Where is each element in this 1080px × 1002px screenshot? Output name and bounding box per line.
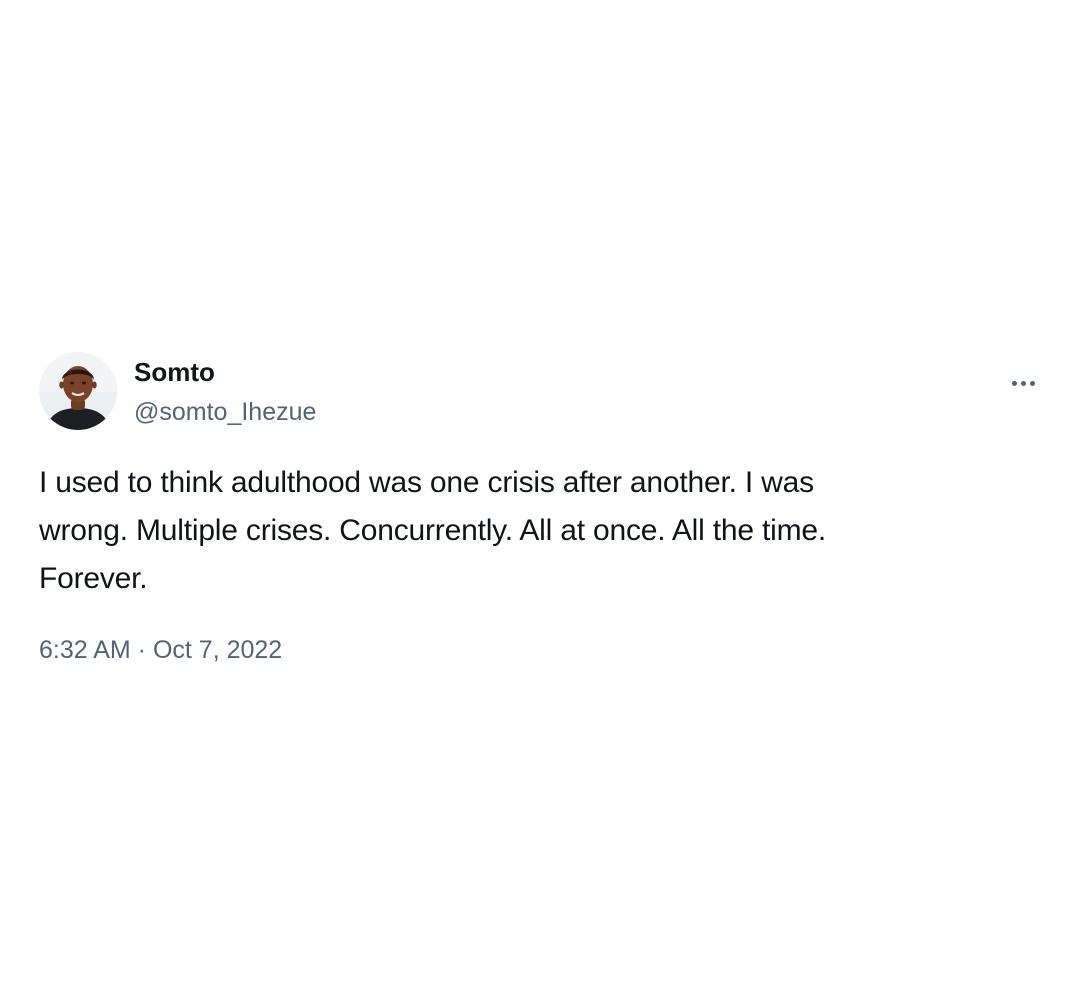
tweet-timestamp: 6:32 AM · Oct 7, 2022 [39, 632, 282, 668]
tweet-text: I used to think adulthood was one crisis… [39, 459, 1039, 603]
more-dot [1029, 380, 1035, 386]
tweet-date[interactable]: Oct 7, 2022 [153, 636, 282, 664]
tweet-text-line: wrong. Multiple crises. Concurrently. Al… [39, 514, 826, 547]
timestamp-separator: · [130, 636, 153, 664]
display-name[interactable]: Somto [134, 356, 215, 388]
tweet-card: Somto @somto_Ihezue I used to think adul… [0, 0, 1080, 1002]
more-dot [1011, 380, 1017, 386]
profile-photo-icon [39, 352, 117, 430]
more-dot [1020, 380, 1026, 386]
avatar[interactable] [39, 352, 117, 430]
tweet-time[interactable]: 6:32 AM [39, 636, 131, 664]
more-horizontal-icon[interactable] [1004, 370, 1042, 396]
tweet-text-line: I used to think adulthood was one crisis… [39, 466, 814, 499]
user-handle[interactable]: @somto_Ihezue [134, 396, 316, 428]
tweet-text-line: Forever. [39, 562, 148, 595]
